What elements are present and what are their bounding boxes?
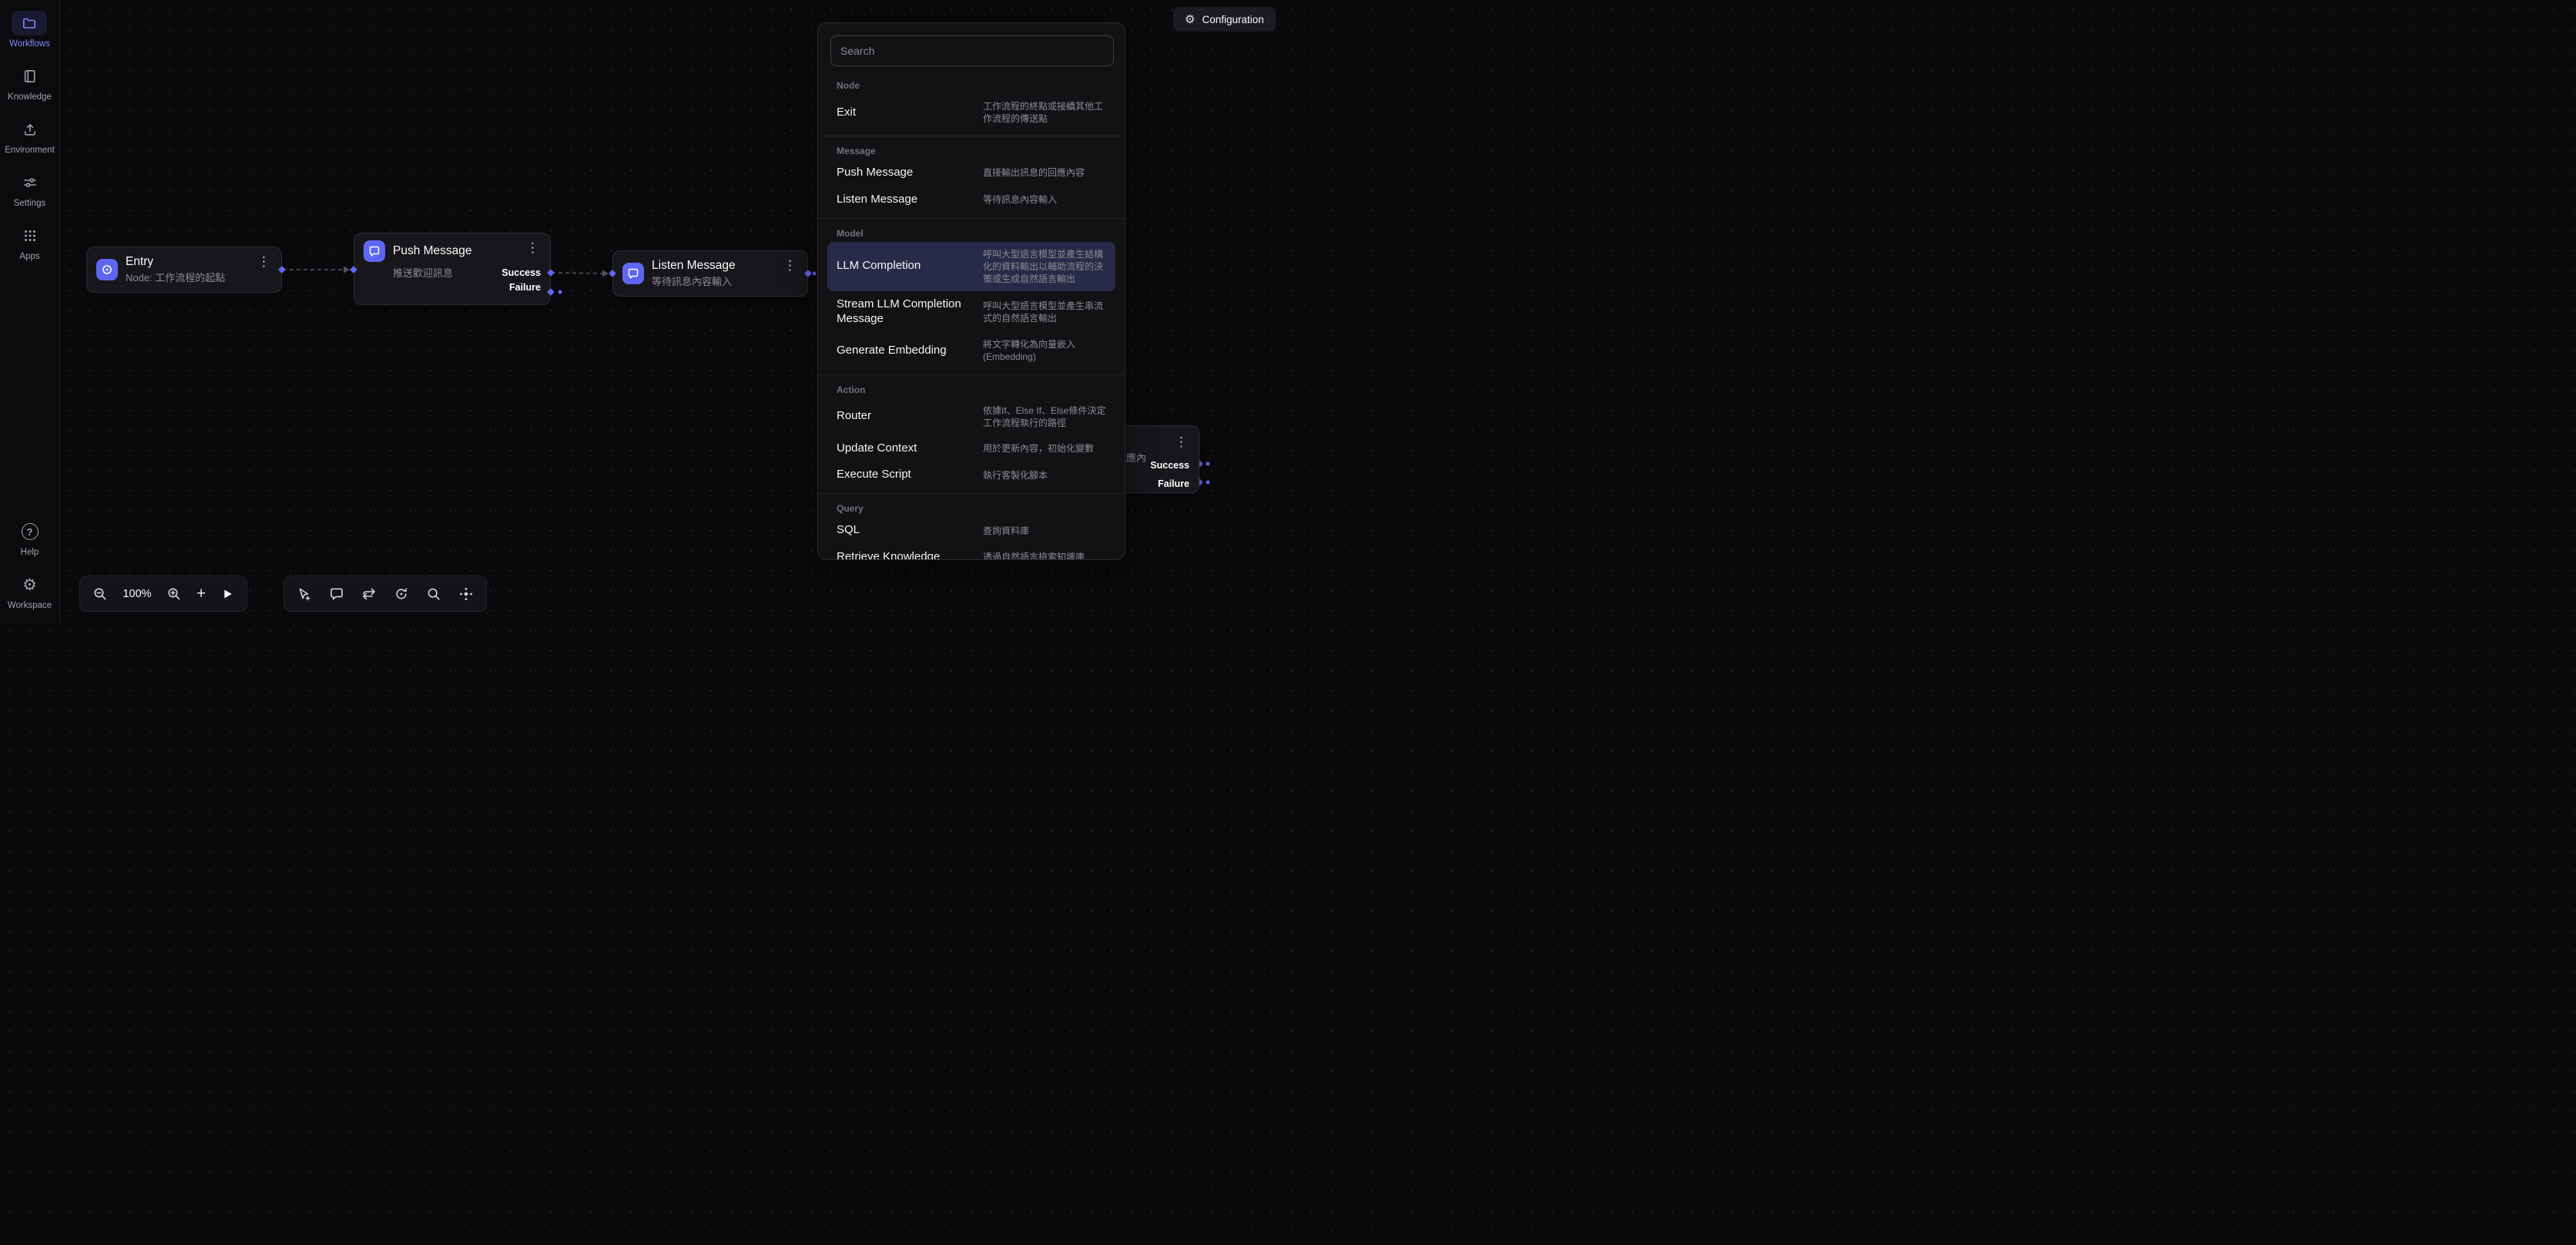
sidebar-item-label: Workspace [8, 601, 52, 610]
fit-view-icon[interactable] [458, 586, 474, 602]
section-divider [818, 493, 1125, 494]
node-title: Entry [126, 255, 248, 269]
message-node-icon [622, 263, 644, 284]
sidebar-item-label: Knowledge [8, 92, 52, 102]
node-push-message[interactable]: Push Message ⋮ 推送歡迎訊息 Success Failure [354, 233, 551, 305]
port-dot [813, 272, 817, 276]
palette-item-router[interactable]: Router 依據If、Else If、Else條件決定工作流程執行的路徑 [818, 398, 1125, 435]
palette-item-sql[interactable]: SQL 查詢資料庫 [818, 517, 1125, 544]
add-node-icon[interactable] [297, 586, 312, 602]
sidebar-item-workspace[interactable]: ⚙ Workspace [8, 572, 52, 610]
palette-item-update-context[interactable]: Update Context 用於更新內容，初始化變數 [818, 435, 1125, 462]
node-title: Push Message [393, 244, 517, 258]
configuration-label: Configuration [1202, 14, 1263, 25]
sidebar-item-knowledge[interactable]: Knowledge [8, 64, 52, 102]
zoom-in-icon[interactable] [166, 586, 182, 602]
node-menu-icon[interactable]: ⋮ [525, 241, 541, 254]
palette-item-execute-script[interactable]: Execute Script 執行客製化腳本 [818, 461, 1125, 488]
comment-icon[interactable] [329, 586, 344, 602]
palette-item-generate-embedding[interactable]: Generate Embedding 將文字轉化為向量嵌入(Embedding) [818, 332, 1125, 369]
sidebar-item-label: Help [21, 548, 39, 557]
sidebar-item-label: Workflows [9, 39, 50, 49]
section-header-query: Query [818, 498, 1125, 517]
node-subtitle: Node: 工作流程的起點 [126, 270, 248, 284]
sidebar-item-label: Settings [14, 199, 46, 208]
palette-item-stream-llm-completion-message[interactable]: Stream LLM Completion Message 呼叫大型語言模型並產… [818, 291, 1125, 333]
sidebar-item-environment[interactable]: Environment [5, 117, 55, 155]
palette-item-push-message[interactable]: Push Message 直接輸出訊息的回應內容 [818, 159, 1125, 186]
port-dot [1206, 481, 1210, 485]
port-dot [1206, 462, 1210, 466]
palette-item-retrieve-knowledge[interactable]: Retrieve Knowledge 透過自然語言檢索知識庫 [818, 544, 1125, 560]
node-entry[interactable]: Entry Node: 工作流程的起點 ⋮ [86, 247, 282, 293]
output-label-success: Success [501, 267, 541, 278]
run-icon[interactable] [220, 587, 234, 601]
workspace-gear-icon: ⚙ [12, 572, 48, 597]
node-subtitle: 推送歡迎訊息 [393, 265, 501, 280]
swap-arrows-icon[interactable] [361, 586, 377, 602]
node-subtitle: 等待訊息內容輸入 [652, 273, 774, 288]
message-node-icon [364, 240, 385, 262]
gear-icon: ⚙ [1185, 14, 1195, 25]
node-palette-panel: Node Exit 工作流程的終點或接續其他工作流程的傳送點 Message P… [817, 22, 1125, 560]
workflows-icon [12, 11, 47, 35]
palette-item-exit[interactable]: Exit 工作流程的終點或接續其他工作流程的傳送點 [818, 94, 1125, 131]
section-header-node: Node [818, 76, 1125, 94]
node-title: Listen Message [652, 259, 774, 273]
sidebar-item-settings[interactable]: Settings [12, 170, 48, 208]
search-input[interactable] [830, 35, 1114, 66]
node-menu-icon[interactable]: ⋮ [1173, 435, 1189, 448]
settings-icon [12, 170, 48, 195]
configuration-button[interactable]: ⚙ Configuration [1173, 7, 1276, 32]
output-label-failure: Failure [509, 282, 541, 293]
add-button[interactable]: + [196, 586, 206, 602]
output-label-failure: Failure [1158, 478, 1189, 489]
search-icon[interactable] [426, 586, 441, 602]
knowledge-icon [12, 64, 48, 89]
sidebar-item-label: Environment [5, 146, 55, 155]
node-menu-icon[interactable]: ⋮ [782, 259, 798, 272]
section-header-action: Action [818, 380, 1125, 398]
zoom-toolbar: 100% + [79, 576, 247, 612]
output-label-success: Success [1150, 460, 1189, 471]
section-divider [818, 218, 1125, 219]
sidebar-item-workflows[interactable]: Workflows [9, 11, 50, 49]
sync-icon[interactable] [394, 586, 409, 602]
zoom-level: 100% [122, 588, 152, 600]
sidebar: Workflows Knowledge Environment Settings… [0, 0, 60, 622]
palette-item-llm-completion[interactable]: LLM Completion 呼叫大型語言模型並產生結構化的資料輸出以輔助流程的… [827, 242, 1115, 291]
sidebar-item-help[interactable]: ? Help [12, 519, 48, 557]
node-subtitle-clipped: 應內 [1126, 450, 1146, 465]
section-header-model: Model [818, 223, 1125, 242]
canvas-toolbar [283, 576, 487, 612]
section-divider [818, 374, 1125, 375]
help-icon: ? [12, 519, 48, 544]
section-header-message: Message [818, 141, 1125, 159]
sidebar-item-apps[interactable]: Apps [12, 223, 48, 261]
environment-icon [12, 117, 48, 142]
node-menu-icon[interactable]: ⋮ [256, 255, 272, 268]
apps-icon [12, 223, 48, 248]
port-dot [558, 290, 562, 294]
node-listen-message[interactable]: Listen Message 等待訊息內容輸入 ⋮ [612, 250, 808, 297]
sidebar-item-label: Apps [19, 252, 39, 261]
zoom-out-icon[interactable] [92, 586, 108, 602]
palette-item-listen-message[interactable]: Listen Message 等待訊息內容輸入 [818, 186, 1125, 213]
entry-node-icon [96, 259, 118, 280]
